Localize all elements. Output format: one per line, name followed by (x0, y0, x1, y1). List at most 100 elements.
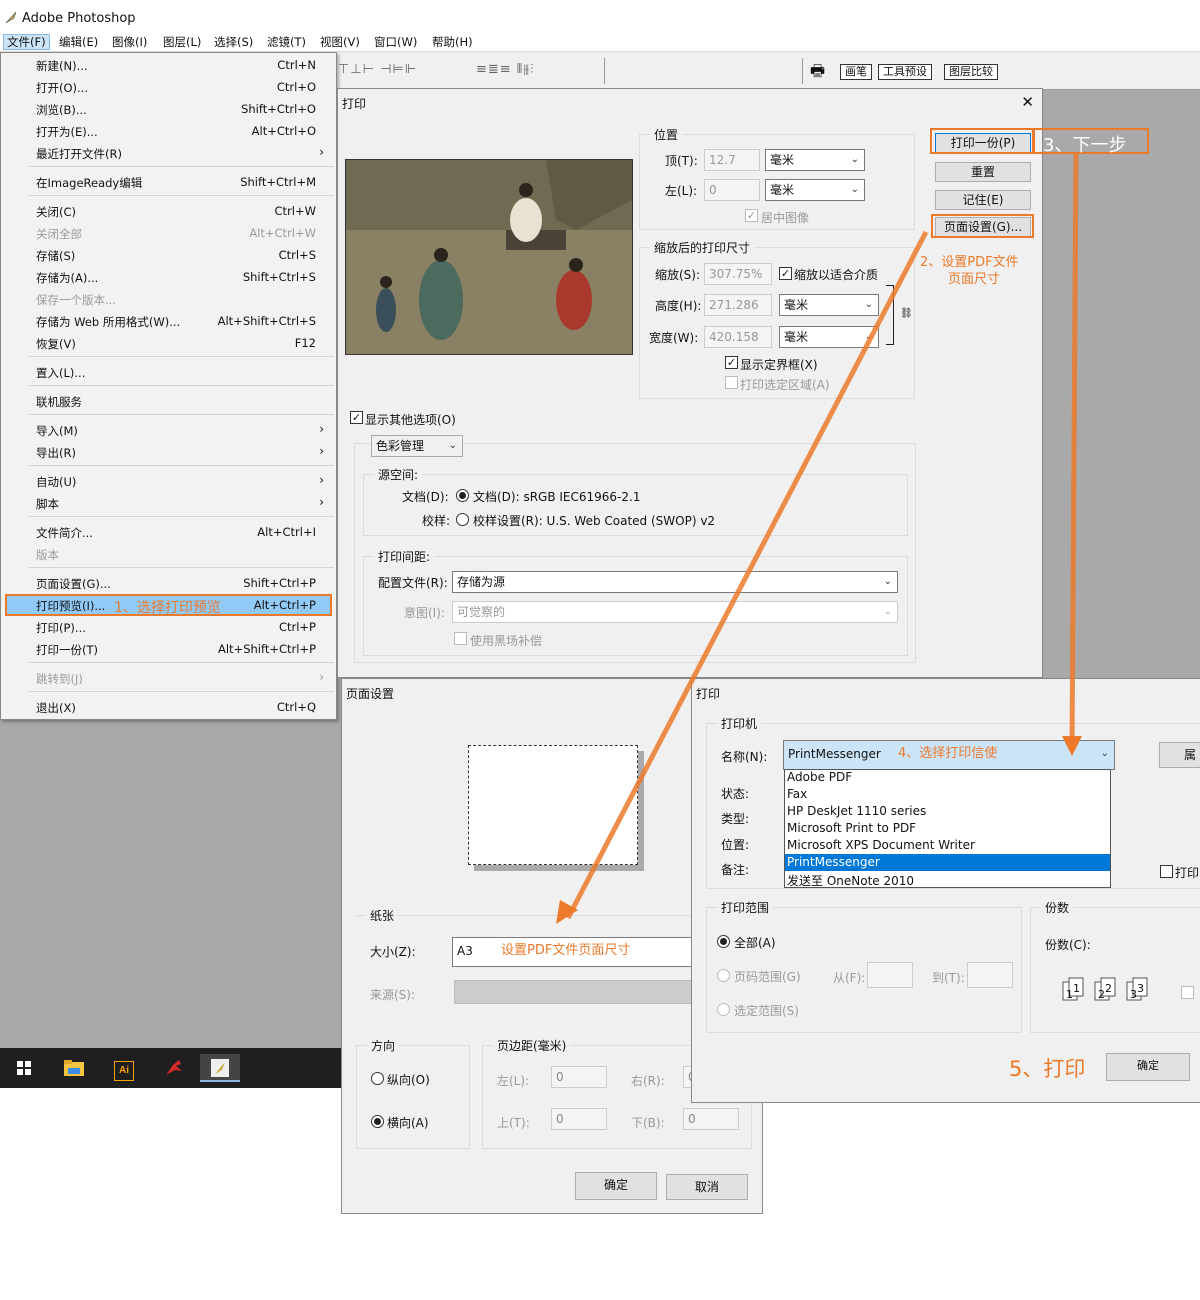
windows-start-icon[interactable] (4, 1054, 44, 1082)
document-radio[interactable] (456, 489, 469, 502)
printer-option[interactable]: Adobe PDF (787, 770, 852, 784)
from-page-input[interactable] (867, 962, 913, 988)
left-unit-select[interactable]: 毫米 ⌄ (765, 179, 865, 201)
print-ok-button[interactable]: 确定 (1106, 1053, 1190, 1081)
menu-image[interactable]: 图像(I) (109, 34, 150, 50)
reset-button[interactable]: 重置 (935, 162, 1031, 182)
printer-name-select[interactable]: PrintMessenger 4、选择打印信使 ⌄ (783, 740, 1115, 770)
menu-file[interactable]: 文件(F) (3, 34, 50, 50)
printer-option[interactable]: HP DeskJet 1110 series (787, 804, 926, 818)
tab-layer-comps[interactable]: 图层比较 (944, 64, 998, 80)
menu-item-scripts[interactable]: 脚本 › (3, 492, 334, 514)
tab-brush[interactable]: 画笔 (840, 64, 872, 80)
proof-radio[interactable] (456, 513, 469, 526)
menu-item-close[interactable]: 关闭(C) Ctrl+W (3, 200, 334, 222)
menu-item-page-setup[interactable]: 页面设置(G)... Shift+Ctrl+P (3, 572, 334, 594)
page-setup-ok-button[interactable]: 确定 (575, 1172, 657, 1200)
top-input[interactable]: 12.7 (704, 149, 760, 171)
page-setup-cancel-button[interactable]: 取消 (666, 1174, 748, 1200)
chevron-down-icon: ⌄ (883, 606, 892, 617)
print-to-file-checkbox[interactable] (1160, 865, 1173, 878)
menu-filter[interactable]: 滤镜(T) (264, 34, 309, 50)
menu-item-print-one-copy[interactable]: 打印一份(T) Alt+Shift+Ctrl+P (3, 638, 334, 660)
height-unit-select[interactable]: 毫米 ⌄ (779, 294, 879, 316)
align-icons[interactable]: ⊤⊥⊢ ⊣⊨⊩ (338, 62, 417, 77)
menu-item-online-services[interactable]: 联机服务 (3, 390, 334, 412)
width-input[interactable]: 420.158 (704, 326, 772, 348)
menu-item-open-as[interactable]: 打开为(E)... Alt+Ctrl+O (3, 120, 334, 142)
profile-select[interactable]: 存储为源 ⌄ (452, 571, 898, 593)
printer-option-selected[interactable]: PrintMessenger (787, 855, 880, 869)
menu-item-browse[interactable]: 浏览(B)... Shift+Ctrl+O (3, 98, 334, 120)
menu-help[interactable]: 帮助(H) (429, 34, 476, 50)
range-pages-radio[interactable] (717, 969, 730, 982)
margin-top-input[interactable]: 0 (551, 1108, 607, 1130)
print-one-copy-button[interactable]: 打印一份(P) (935, 133, 1031, 153)
scale-to-fit-checkbox[interactable]: ✓ (779, 267, 792, 280)
svg-text:2: 2 (1098, 988, 1105, 1001)
show-bounding-box-checkbox[interactable]: ✓ (725, 356, 738, 369)
menu-layer[interactable]: 图层(L) (160, 34, 204, 50)
file-explorer-icon[interactable] (54, 1054, 94, 1082)
printer-icon[interactable]: 🖶 (810, 60, 825, 87)
menu-item-save[interactable]: 存储(S) Ctrl+S (3, 244, 334, 266)
printer-option[interactable]: Microsoft XPS Document Writer (787, 838, 975, 852)
portrait-radio[interactable] (371, 1072, 384, 1085)
menu-item-automate[interactable]: 自动(U) › (3, 470, 334, 492)
printer-option[interactable]: 发送至 OneNote 2010 (787, 872, 914, 889)
chevron-down-icon: ⌄ (850, 154, 859, 165)
margin-bottom-input[interactable]: 0 (683, 1108, 739, 1130)
left-input[interactable]: 0 (704, 179, 760, 201)
menu-window[interactable]: 窗口(W) (371, 34, 420, 50)
menu-item-place[interactable]: 置入(L)... (3, 361, 334, 383)
top-unit-select[interactable]: 毫米 ⌄ (765, 149, 865, 171)
chain-link-icon[interactable]: ⛓ (900, 308, 913, 319)
print-selected-area-checkbox[interactable] (725, 376, 738, 389)
collate-checkbox[interactable] (1181, 986, 1194, 999)
menu-item-export[interactable]: 导出(R) › (3, 441, 334, 463)
menu-item-exit[interactable]: 退出(X) Ctrl+Q (3, 696, 334, 718)
menu-item-print-preview[interactable]: 打印预览(I)... 1、选择打印预览 Alt+Ctrl+P (5, 594, 332, 616)
show-more-options-checkbox[interactable]: ✓ (350, 411, 363, 424)
menu-select[interactable]: 选择(S) (211, 34, 256, 50)
remember-button[interactable]: 记住(E) (935, 190, 1031, 210)
menu-item-jump-to: 跳转到(J) › (36, 670, 324, 686)
menu-item-imageready[interactable]: 在ImageReady编辑 Shift+Ctrl+M (3, 171, 334, 193)
chevron-right-icon: › (319, 473, 324, 487)
print-dialog: 打印 打印机 名称(N): PrintMessenger 4、选择打印信使 ⌄ … (691, 678, 1200, 1103)
photoshop-taskbar-icon[interactable] (200, 1054, 240, 1082)
to-page-input[interactable] (967, 962, 1013, 988)
menu-view[interactable]: 视图(V) (317, 34, 363, 50)
menu-item-file-info[interactable]: 文件简介... Alt+Ctrl+I (3, 521, 334, 543)
distribute-icons[interactable]: ≡≣≡ ⫴⫵⫶ (476, 62, 535, 77)
scale-input[interactable]: 307.75% (704, 263, 772, 285)
menu-item-save-as[interactable]: 存储为(A)... Shift+Ctrl+S (3, 266, 334, 288)
menu-item-print[interactable]: 打印(P)... Ctrl+P (3, 616, 334, 638)
close-icon[interactable]: ✕ (1021, 93, 1034, 111)
menu-bar: 文件(F) 编辑(E) 图像(I) 图层(L) 选择(S) 滤镜(T) 视图(V… (0, 32, 1200, 52)
properties-button[interactable]: 属 (1159, 742, 1200, 768)
color-management-select[interactable]: 色彩管理 ⌄ (371, 435, 463, 457)
landscape-radio[interactable] (371, 1115, 384, 1128)
page-setup-button[interactable]: 页面设置(G)... (935, 217, 1031, 237)
menu-item-import[interactable]: 导入(M) › (3, 419, 334, 441)
intent-select[interactable]: 可觉察的 ⌄ (452, 601, 898, 623)
menu-edit[interactable]: 编辑(E) (56, 34, 101, 50)
margin-left-input[interactable]: 0 (551, 1066, 607, 1088)
illustrator-icon[interactable]: Ai (104, 1054, 144, 1082)
menu-item-new[interactable]: 新建(N)... Ctrl+N (3, 54, 334, 76)
menu-item-save-for-web[interactable]: 存储为 Web 所用格式(W)... Alt+Shift+Ctrl+S (3, 310, 334, 332)
printer-option[interactable]: Fax (787, 787, 807, 801)
tab-tool-presets[interactable]: 工具预设 (878, 64, 932, 80)
height-input[interactable]: 271.286 (704, 294, 772, 316)
center-image-checkbox[interactable]: ✓ (745, 209, 758, 222)
menu-item-recent[interactable]: 最近打开文件(R) › (3, 142, 334, 164)
printer-option[interactable]: Microsoft Print to PDF (787, 821, 916, 835)
range-selection-radio[interactable] (717, 1003, 730, 1016)
range-all-radio[interactable] (717, 935, 730, 948)
black-point-checkbox[interactable] (454, 632, 467, 645)
red-bird-app-icon[interactable] (154, 1054, 194, 1082)
menu-item-open[interactable]: 打开(O)... Ctrl+O (3, 76, 334, 98)
width-unit-select[interactable]: 毫米 ⌄ (779, 326, 879, 348)
menu-item-revert[interactable]: 恢复(V) F12 (3, 332, 334, 354)
